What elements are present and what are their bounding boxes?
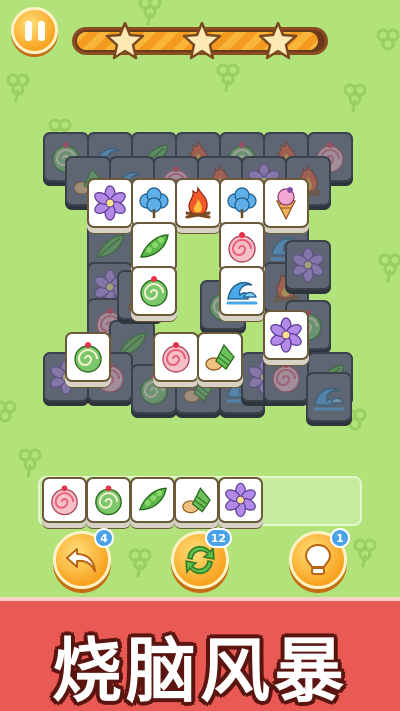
game-tile[interactable] [131,222,177,272]
game-tile[interactable] [87,178,133,228]
undo-icon [66,548,96,572]
covered-tile [306,372,352,422]
peapod-icon [140,234,169,258]
wave-icon [226,282,258,305]
roll-icon [272,362,300,393]
game-tile[interactable] [263,178,309,228]
tile-board [0,0,400,480]
game-tile[interactable] [263,310,309,360]
flower-icon [225,482,256,518]
shuffle-button[interactable]: 12 [171,528,232,589]
game-tile[interactable] [219,222,265,272]
banner-title: 烧脑风暴 [52,630,348,711]
game-tile[interactable] [197,332,243,382]
game-tile[interactable] [153,332,199,382]
covered-tile [285,240,331,290]
game-tile[interactable] [65,332,111,382]
undo-button[interactable]: 4 [53,528,114,589]
game-tile[interactable] [219,266,265,316]
game-tile[interactable] [175,178,221,228]
fire-icon [185,186,211,219]
peapod-icon [138,487,167,511]
tray-tile [174,477,219,523]
tray-tile [130,477,175,523]
cotton-icon [139,187,169,218]
promo-banner: 烧脑风暴 [0,597,400,711]
cake-icon [95,485,122,516]
flower-icon [292,247,324,283]
wave-icon [313,388,345,411]
roll-icon [51,485,78,516]
cake-icon [74,342,102,373]
cake-icon [140,276,168,307]
dumpling-icon [182,487,211,514]
icecream-icon [276,187,296,221]
hint-count-badge: 1 [330,528,350,548]
roll-icon [162,342,190,373]
game-tile[interactable] [131,266,177,316]
cotton-icon [227,187,257,218]
shuffle-count-badge: 12 [204,528,232,548]
roll-icon [228,232,256,263]
flower-icon [94,185,126,221]
tray-tile [218,477,263,523]
tray-tile [42,477,87,523]
dumpling-icon [205,343,235,371]
flower-icon [270,317,302,353]
leaf-icon [96,234,125,258]
hint-button[interactable]: 1 [289,528,350,589]
tray-tile [86,477,131,523]
game-tile[interactable] [219,178,265,228]
undo-count-badge: 4 [94,528,114,548]
game-tile[interactable] [131,178,177,228]
lightbulb-icon [304,543,332,575]
